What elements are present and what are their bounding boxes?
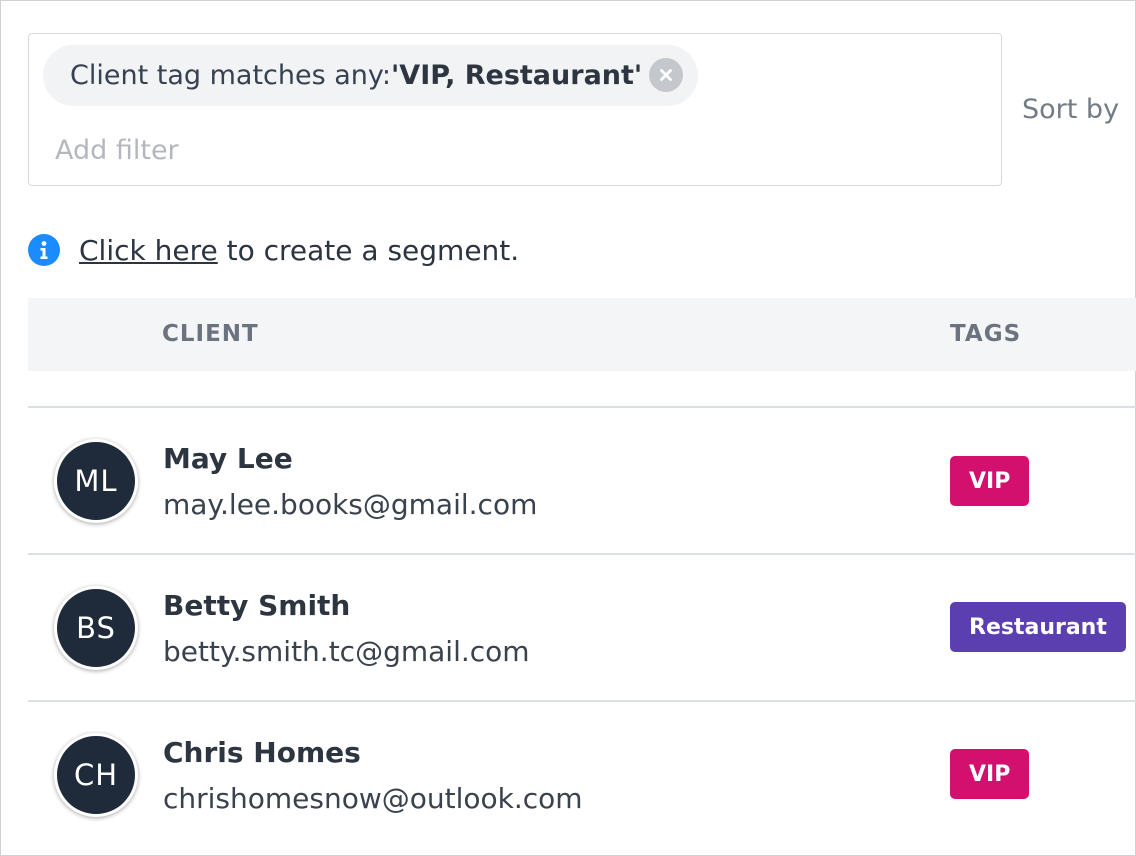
add-filter-input[interactable] — [55, 132, 555, 168]
table-row[interactable]: ML May Lee may.lee.books@gmail.com VIP — [28, 408, 1136, 553]
info-icon — [28, 234, 60, 266]
table-row[interactable]: BS Betty Smith betty.smith.tc@gmail.com … — [28, 555, 1136, 700]
table-header: CLIENT TAGS — [28, 298, 1136, 371]
filter-bar[interactable]: Client tag matches any: 'VIP, Restaurant… — [28, 33, 1002, 186]
client-email: may.lee.books@gmail.com — [163, 488, 538, 521]
filter-chip[interactable]: Client tag matches any: 'VIP, Restaurant… — [43, 45, 698, 106]
sort-by-dropdown[interactable]: Sort by — [1022, 94, 1119, 125]
segment-notice: Click here to create a segment. — [28, 230, 519, 270]
avatar: CH — [54, 733, 138, 817]
filter-chip-value: 'VIP, Restaurant' — [391, 60, 643, 91]
client-name[interactable]: Chris Homes — [163, 736, 361, 769]
avatar: ML — [54, 439, 138, 523]
client-name[interactable]: May Lee — [163, 442, 293, 475]
tag-badge: VIP — [950, 456, 1030, 506]
tag-badge: Restaurant — [950, 602, 1126, 652]
filter-chip-label: Client tag matches any: — [70, 60, 392, 91]
table-row[interactable]: CH Chris Homes chrishomesnow@outlook.com… — [28, 702, 1136, 847]
client-name[interactable]: Betty Smith — [163, 589, 350, 622]
segment-notice-text: to create a segment. — [217, 233, 520, 267]
create-segment-link[interactable]: Click here — [79, 234, 218, 267]
avatar: BS — [54, 586, 138, 670]
client-email: betty.smith.tc@gmail.com — [163, 635, 530, 668]
column-header-client[interactable]: CLIENT — [162, 321, 259, 347]
close-circle-icon[interactable] — [649, 58, 683, 92]
client-email: chrishomesnow@outlook.com — [163, 782, 583, 815]
tag-badge: VIP — [950, 749, 1030, 799]
column-header-tags[interactable]: TAGS — [950, 321, 1021, 347]
